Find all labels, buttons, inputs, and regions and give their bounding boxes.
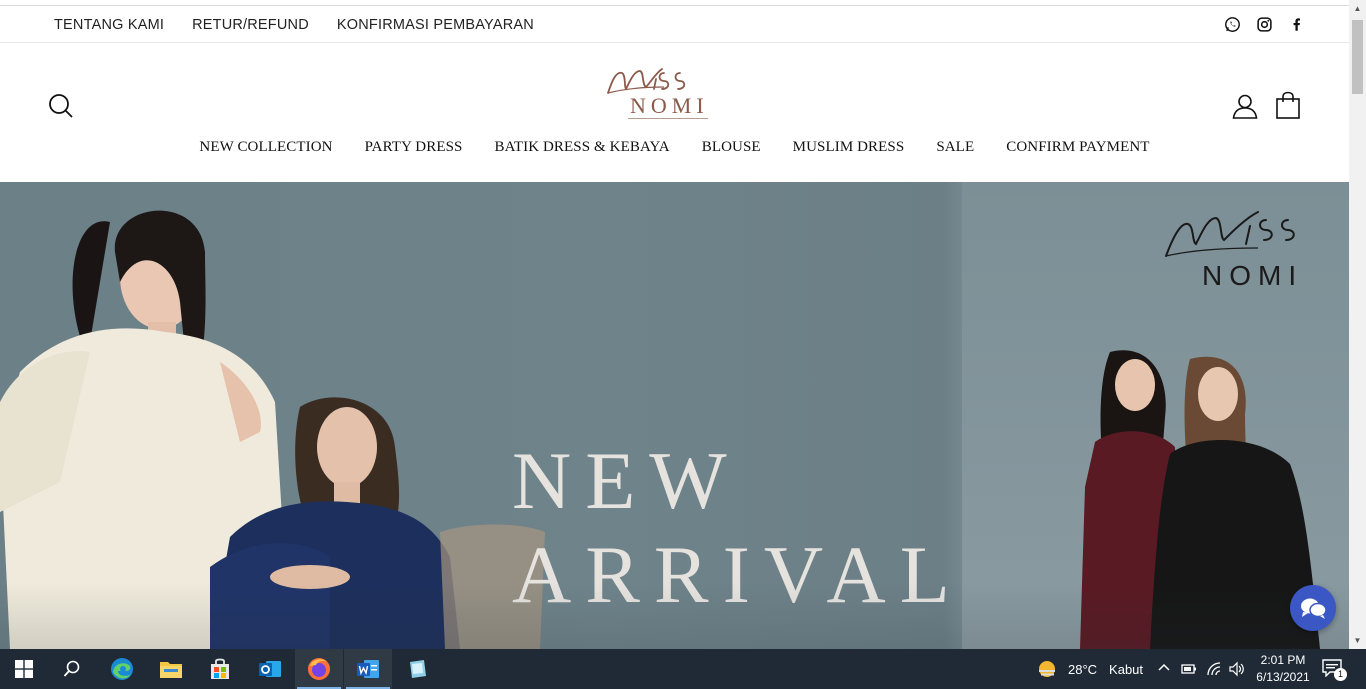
browser-viewport: TENTANG KAMI RETUR/REFUND KONFIRMASI PEM… bbox=[0, 0, 1366, 649]
cart-icon[interactable] bbox=[1275, 91, 1301, 119]
clock-date: 6/13/2021 bbox=[1256, 670, 1310, 684]
instagram-icon[interactable] bbox=[1255, 16, 1273, 34]
chat-icon bbox=[1301, 598, 1327, 619]
main-nav: NEW COLLECTION PARTY DRESS BATIK DRESS &… bbox=[0, 139, 1349, 161]
nav-batik-dress-kebaya[interactable]: BATIK DRESS & KEBAYA bbox=[494, 139, 669, 161]
utility-links: TENTANG KAMI RETUR/REFUND KONFIRMASI PEM… bbox=[54, 6, 534, 43]
search-icon[interactable] bbox=[48, 93, 74, 119]
edge-icon[interactable] bbox=[98, 649, 146, 689]
notification-center-icon[interactable]: 1 bbox=[1322, 659, 1347, 681]
taskbar-clock[interactable]: 2:01 PM 6/13/2021 bbox=[1250, 652, 1316, 686]
hero-banner[interactable]: NOMI NEW ARRIVAL bbox=[0, 182, 1349, 649]
link-konfirmasi-pembayaran[interactable]: KONFIRMASI PEMBAYARAN bbox=[337, 17, 534, 33]
site-logo[interactable]: NOMI bbox=[604, 63, 728, 121]
store-icon[interactable] bbox=[196, 649, 244, 689]
link-tentang-kami[interactable]: TENTANG KAMI bbox=[54, 17, 164, 33]
file-explorer-icon[interactable] bbox=[147, 649, 195, 689]
outlook-icon[interactable] bbox=[246, 649, 294, 689]
notification-count: 1 bbox=[1334, 668, 1347, 681]
firefox-icon[interactable] bbox=[295, 649, 343, 689]
social-links bbox=[1223, 6, 1305, 43]
tray-chevron-up-icon[interactable] bbox=[1157, 661, 1171, 675]
hero-logo: NOMI bbox=[1162, 204, 1332, 296]
app-icon[interactable] bbox=[393, 649, 441, 689]
nav-muslim-dress[interactable]: MUSLIM DRESS bbox=[793, 139, 905, 161]
whatsapp-icon[interactable] bbox=[1223, 16, 1241, 34]
facebook-icon[interactable] bbox=[1287, 16, 1305, 34]
hero-title-line1: NEW bbox=[512, 435, 741, 526]
nav-sale[interactable]: SALE bbox=[936, 139, 974, 161]
start-button[interactable] bbox=[0, 649, 48, 689]
hero-floor-shade bbox=[0, 582, 1349, 649]
wifi-icon[interactable] bbox=[1206, 661, 1222, 677]
account-icon[interactable] bbox=[1232, 93, 1258, 119]
taskbar-search-icon[interactable] bbox=[48, 649, 96, 689]
weather-icon bbox=[1039, 661, 1055, 677]
utility-bar: TENTANG KAMI RETUR/REFUND KONFIRMASI PEM… bbox=[0, 6, 1349, 43]
windows-taskbar: 28°C Kabut 2:01 PM 6/13/2021 1 bbox=[0, 649, 1366, 689]
word-icon[interactable] bbox=[344, 649, 392, 689]
site-header: NOMI NEW COLLECTION PARTY DRESS BATIK DR… bbox=[0, 43, 1349, 182]
weather-temp: 28°C bbox=[1068, 661, 1098, 677]
weather-widget[interactable]: 28°C Kabut bbox=[1036, 649, 1143, 689]
battery-icon[interactable] bbox=[1181, 662, 1197, 676]
scroll-down-icon[interactable]: ▼ bbox=[1349, 632, 1366, 649]
scroll-up-icon[interactable]: ▲ bbox=[1349, 0, 1366, 17]
volume-icon[interactable] bbox=[1229, 661, 1245, 677]
nav-confirm-payment[interactable]: CONFIRM PAYMENT bbox=[1006, 139, 1149, 161]
windows-icon bbox=[15, 660, 33, 678]
hero-logo-text: NOMI bbox=[1202, 260, 1304, 291]
clock-time: 2:01 PM bbox=[1260, 653, 1306, 667]
scrollbar-thumb[interactable] bbox=[1352, 20, 1363, 94]
nav-blouse[interactable]: BLOUSE bbox=[702, 139, 761, 161]
chat-widget-button[interactable] bbox=[1290, 585, 1336, 631]
nav-new-collection[interactable]: NEW COLLECTION bbox=[199, 139, 332, 161]
logo-tagline-line bbox=[628, 118, 708, 119]
page-scrollbar[interactable]: ▲ ▼ bbox=[1349, 0, 1366, 649]
nav-party-dress[interactable]: PARTY DRESS bbox=[365, 139, 463, 161]
weather-text: Kabut bbox=[1109, 661, 1144, 677]
logo-text: NOMI bbox=[630, 93, 709, 118]
link-retur-refund[interactable]: RETUR/REFUND bbox=[192, 17, 309, 33]
